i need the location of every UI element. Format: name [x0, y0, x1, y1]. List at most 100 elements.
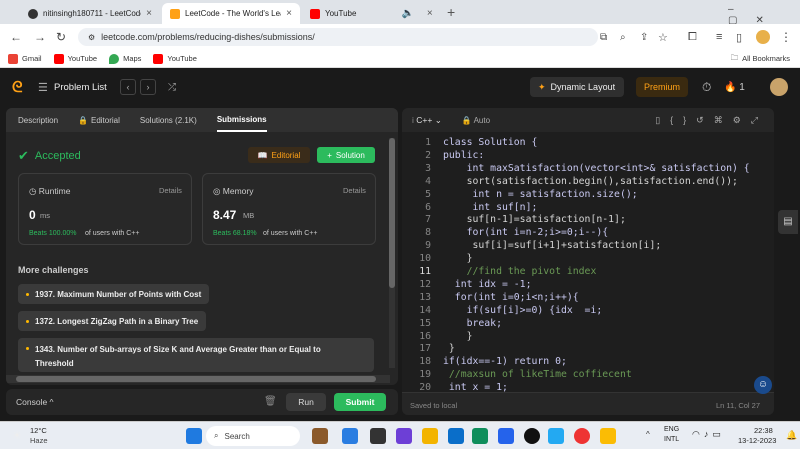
run-button[interactable]: Run [286, 393, 326, 411]
explorer-icon[interactable] [422, 428, 438, 444]
bookmark-youtube[interactable]: YouTube [53, 53, 97, 64]
back-icon[interactable]: ← [10, 24, 22, 50]
code-line[interactable]: for(int i=n-2;i>=0;i--){ [443, 227, 609, 238]
site-info-icon[interactable]: ⚙ [88, 33, 95, 42]
close-tab-icon[interactable]: × [146, 8, 152, 19]
profile-avatar[interactable] [756, 24, 770, 50]
zoom-icon[interactable]: ⌕ [620, 24, 626, 50]
code-line[interactable]: break; [443, 318, 502, 329]
taskview-icon[interactable] [342, 428, 358, 444]
timer-icon[interactable]: ⏱ [702, 80, 711, 95]
new-tab-button[interactable]: + [447, 4, 455, 20]
tab-solutions[interactable]: Solutions (2.1K) [140, 116, 197, 125]
chrome-icon[interactable] [574, 428, 590, 444]
horizontal-scrollbar[interactable] [6, 375, 390, 383]
runtime-details-link[interactable]: Details [159, 186, 182, 195]
code-line[interactable]: //find the pivot index [443, 266, 597, 277]
extensions-icon[interactable]: ⧠ [688, 24, 697, 50]
editorial-button[interactable]: 📖 Editorial [248, 147, 310, 163]
mail-icon[interactable] [448, 428, 464, 444]
code-line[interactable]: int x = 1; [443, 382, 508, 393]
browser-tab-leetcode[interactable]: LeetCode - The World's Leadin × [162, 3, 300, 24]
bookmark-maps[interactable]: Maps [109, 53, 141, 64]
user-avatar[interactable] [770, 78, 788, 96]
code-line[interactable]: sort(satisfaction.begin(),satisfaction.e… [443, 176, 738, 187]
leetcode-logo-icon[interactable]: ᘓ [12, 79, 23, 96]
scrollbar-thumb[interactable] [16, 376, 376, 382]
app-pinned-icon[interactable] [600, 428, 616, 444]
bookmark-youtube-2[interactable]: YouTube [153, 53, 197, 64]
code-line[interactable]: int maxSatisfaction(vector<int>& satisfa… [443, 163, 750, 174]
translate-icon[interactable]: ⧉ [600, 24, 607, 50]
browser-tab-profile[interactable]: nitinsingh180711 - LeetCode P × [20, 3, 160, 24]
edge-icon[interactable] [472, 428, 488, 444]
auto-mode[interactable]: 🔒 Auto [462, 116, 490, 125]
teams-icon[interactable] [370, 428, 386, 444]
next-problem-button[interactable]: › [140, 79, 156, 95]
clock-time[interactable]: 22:38 [754, 426, 773, 435]
memory-card[interactable]: ◎ Memory Details 8.47 MB Beats 68.18% of… [202, 173, 376, 245]
clock-date[interactable]: 13-12-2023 [738, 436, 776, 445]
shuffle-icon[interactable]: ⤮ [168, 82, 176, 93]
trash-icon[interactable]: 🗑 [264, 396, 277, 407]
forward-icon[interactable]: → [34, 24, 46, 50]
notes-icon[interactable]: ▤ [778, 210, 798, 234]
vscode-icon[interactable] [548, 428, 564, 444]
input-layout[interactable]: INTL [664, 436, 679, 443]
prev-problem-button[interactable]: ‹ [120, 79, 136, 95]
console-toggle[interactable]: Console ^ [16, 397, 54, 407]
store-icon[interactable] [498, 428, 514, 444]
scrollbar-thumb[interactable] [389, 138, 395, 288]
code-line[interactable]: if(idx==-1) return 0; [443, 356, 567, 367]
input-lang[interactable]: ENG [664, 426, 679, 433]
runtime-card[interactable]: ◷ Runtime Details 0 ms Beats 100.00% of … [18, 173, 192, 245]
challenge-item[interactable]: 1372. Longest ZigZag Path in a Binary Tr… [18, 311, 207, 331]
code-line[interactable]: int n = satisfaction.size(); [443, 189, 637, 200]
media-icon[interactable]: ≡ [716, 24, 722, 50]
tray-chevron-icon[interactable]: ^ [646, 430, 650, 439]
vertical-scrollbar[interactable] [389, 138, 395, 368]
sidepanel-icon[interactable]: ▯ [736, 24, 742, 50]
windows-start-icon[interactable] [186, 428, 202, 444]
reload-icon[interactable]: ↻ [56, 24, 66, 50]
language-selector[interactable]: i C++ ⌄ [412, 115, 442, 126]
close-tab-icon[interactable]: × [427, 8, 433, 19]
menu-icon[interactable]: ⋮ [780, 24, 792, 50]
dell-icon[interactable] [524, 428, 540, 444]
bookmark-gmail[interactable]: Gmail [8, 53, 42, 64]
close-tab-icon[interactable]: × [286, 8, 292, 19]
code-line[interactable]: int suf[n]; [443, 202, 537, 213]
widget-icon[interactable] [312, 428, 328, 444]
code-line[interactable]: int idx = -1; [443, 279, 532, 290]
code-line[interactable]: public: [443, 150, 484, 161]
challenge-item[interactable]: 1343. Number of Sub-arrays of Size K and… [18, 338, 374, 372]
code-line[interactable]: suf[n-1]=satisfaction[n-1]; [443, 214, 626, 225]
challenge-item[interactable]: 1937. Maximum Number of Points with Cost [18, 284, 210, 304]
window-controls[interactable]: –▢✕ [728, 4, 800, 26]
submit-button[interactable]: Submit [334, 393, 386, 411]
code-line[interactable]: } [443, 343, 455, 354]
editor-actions[interactable]: ▯{}↺⌘⚙⤢ [655, 115, 768, 126]
app-icon[interactable] [396, 428, 412, 444]
taskbar-search[interactable]: ⌕ Search [206, 426, 300, 446]
tab-editorial[interactable]: 🔒 Editorial [78, 116, 120, 125]
memory-details-link[interactable]: Details [343, 186, 366, 195]
streak-counter[interactable]: 🔥 1 [724, 82, 745, 93]
code-line[interactable]: suf[i]=suf[i+1]+satisfaction[i]; [443, 240, 661, 251]
code-line[interactable]: } [443, 253, 473, 264]
code-line[interactable]: class Solution { [443, 137, 537, 148]
code-line[interactable]: if(suf[i]>=0) {idx =i; [443, 305, 603, 316]
browser-tab-youtube[interactable]: YouTube 🔈 × [302, 3, 442, 24]
code-line[interactable]: } [443, 331, 473, 342]
share-icon[interactable]: ⇪ [640, 24, 648, 50]
code-line[interactable]: //maxsun of likeTime coffiecent [443, 369, 632, 380]
tab-description[interactable]: Description [18, 116, 58, 125]
premium-button[interactable]: Premium [636, 77, 688, 97]
notification-icon[interactable]: 🔔 [786, 430, 797, 441]
star-icon[interactable]: ☆ [658, 24, 668, 50]
all-bookmarks[interactable]: 🗀 All Bookmarks [731, 52, 790, 65]
problem-list-link[interactable]: Problem List [54, 82, 107, 93]
url-omnibox[interactable]: ⚙ leetcode.com/problems/reducing-dishes/… [78, 28, 598, 46]
mute-icon[interactable]: 🔈 [401, 8, 413, 19]
code-line[interactable]: for(int i=0;i<n;i++){ [443, 292, 579, 303]
